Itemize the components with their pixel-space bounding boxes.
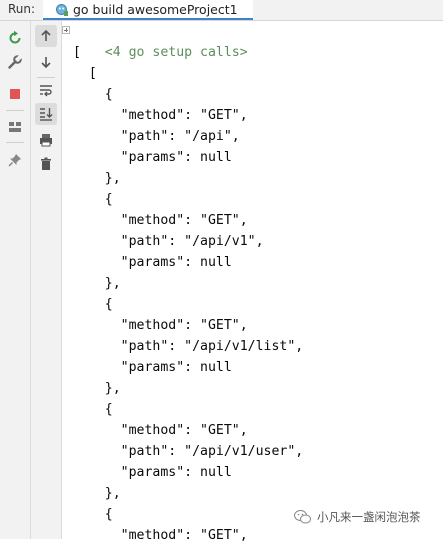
down-stack-frame-button[interactable] <box>35 51 57 73</box>
pin-tab-button[interactable] <box>4 149 26 171</box>
console-toolbar <box>31 21 62 539</box>
go-config-icon <box>56 3 68 16</box>
wechat-icon <box>294 510 311 524</box>
watermark: 小凡来一盏闲泡泡茶 <box>294 509 421 525</box>
console-line: }, <box>73 171 121 186</box>
console-line: "method": "GET", <box>73 528 248 543</box>
console-line: "method": "GET", <box>73 318 248 333</box>
console-line: { <box>73 297 113 312</box>
watermark-text: 小凡来一盏闲泡泡茶 <box>317 510 421 524</box>
run-tab[interactable]: go build awesomeProject1 <box>43 0 253 20</box>
console-line: }, <box>73 486 121 501</box>
expand-fold-icon[interactable] <box>62 26 70 34</box>
arrow-down-icon <box>41 57 51 69</box>
console-line: "method": "GET", <box>73 423 248 438</box>
console-line: [ <box>73 45 81 60</box>
run-toolbar: Run: go build awesomeProject1 <box>0 0 443 21</box>
stop-button[interactable] <box>4 83 26 105</box>
wrench-icon <box>8 54 23 69</box>
run-left-toolbar <box>0 21 31 539</box>
scroll-to-end-button[interactable] <box>35 103 57 125</box>
up-stack-frame-button[interactable] <box>35 25 57 47</box>
console-line: { <box>73 507 113 522</box>
console-line: "params": null <box>73 360 232 375</box>
scroll-to-end-icon <box>40 108 53 121</box>
rerun-button[interactable] <box>4 27 26 49</box>
console-line: "params": null <box>73 150 232 165</box>
console-line: }, <box>73 276 121 291</box>
console-output[interactable]: <4 go setup calls> [ [ { "method": "GET"… <box>62 21 443 543</box>
run-label: Run: <box>8 2 36 16</box>
layout-button[interactable] <box>4 116 26 138</box>
arrow-up-icon <box>41 29 51 41</box>
trash-icon <box>41 157 51 170</box>
run-tab-label: go build awesomeProject1 <box>73 1 238 17</box>
console-line: "path": "/api", <box>73 129 240 144</box>
layout-icon <box>9 122 21 132</box>
edit-config-button[interactable] <box>4 51 26 73</box>
console-line: }, <box>73 381 121 396</box>
print-button[interactable] <box>35 129 57 151</box>
setup-calls-text: <4 go setup calls> <box>104 45 248 60</box>
console-line: "path": "/api/v1", <box>73 234 264 249</box>
print-icon <box>40 134 52 147</box>
soft-wrap-button[interactable] <box>35 79 57 101</box>
rerun-icon <box>9 30 21 44</box>
console-line: "path": "/api/v1/list", <box>73 339 304 354</box>
clear-all-button[interactable] <box>35 153 57 175</box>
console-line: [ <box>73 66 97 81</box>
soft-wrap-icon <box>40 85 52 97</box>
stop-icon <box>10 89 20 99</box>
console-line: "method": "GET", <box>73 213 248 228</box>
pin-icon <box>8 154 21 167</box>
console-line: { <box>73 87 113 102</box>
setup-calls-fold[interactable]: <4 go setup calls> <box>62 21 248 60</box>
console-line: { <box>73 402 113 417</box>
console-line: { <box>73 192 113 207</box>
console-line: "params": null <box>73 465 232 480</box>
console-line: "params": null <box>73 255 232 270</box>
console-line: "method": "GET", <box>73 108 248 123</box>
console-line: "path": "/api/v1/user", <box>73 444 304 459</box>
